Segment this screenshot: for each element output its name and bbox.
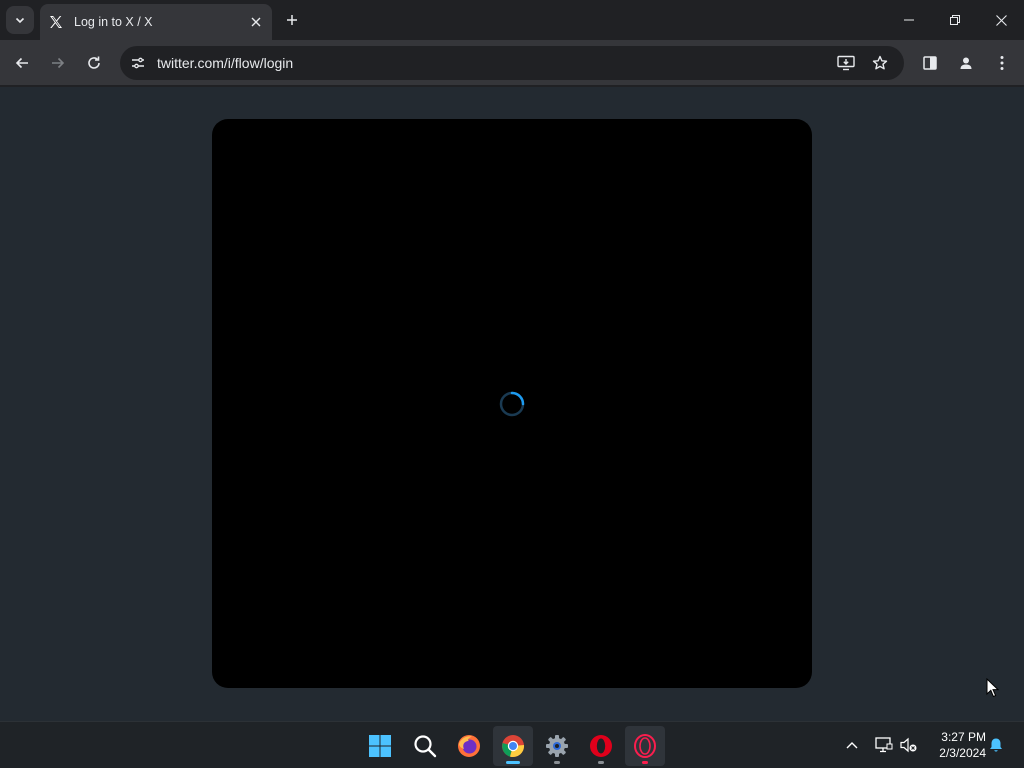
running-app-indicator — [598, 761, 604, 764]
show-hidden-icons-button[interactable] — [841, 734, 863, 756]
taskbar-firefox[interactable] — [449, 726, 489, 766]
volume-tray-button[interactable] — [898, 734, 920, 756]
web-page-content — [0, 87, 1024, 721]
forward-button[interactable] — [44, 49, 72, 77]
running-app-indicator — [554, 761, 560, 764]
taskbar-chrome[interactable] — [493, 726, 533, 766]
profile-icon — [960, 57, 972, 69]
start-button[interactable] — [360, 726, 400, 766]
taskbar-opera-gx[interactable] — [625, 726, 665, 766]
reload-button[interactable] — [80, 49, 108, 77]
profile-button[interactable] — [952, 49, 980, 77]
active-app-indicator — [506, 761, 520, 764]
new-tab-button[interactable] — [280, 8, 304, 32]
taskbar-clock[interactable]: 3:27 PM 2/3/2024 — [926, 729, 986, 761]
windows-logo-icon — [369, 735, 391, 757]
clock-time: 3:27 PM — [941, 730, 986, 744]
kebab-menu-icon — [1000, 56, 1004, 70]
close-tab-icon[interactable] — [248, 14, 264, 30]
taskbar-opera[interactable] — [581, 726, 621, 766]
network-icon — [875, 737, 893, 753]
chrome-icon — [502, 735, 525, 758]
taskbar-settings[interactable] — [537, 726, 577, 766]
browser-toolbar: twitter.com/i/flow/login — [0, 40, 1024, 86]
arrow-left-icon — [15, 57, 28, 69]
plus-icon — [287, 15, 297, 25]
x-logo-icon — [48, 14, 64, 30]
close-window-button[interactable] — [978, 0, 1024, 40]
restore-button[interactable] — [932, 0, 978, 40]
network-tray-button[interactable] — [873, 734, 895, 756]
clock-date: 2/3/2024 — [939, 746, 986, 760]
taskbar-search-button[interactable] — [405, 726, 445, 766]
address-bar-url: twitter.com/i/flow/login — [157, 55, 294, 71]
side-panel-icon — [923, 56, 937, 70]
tab-title: Log in to X / X — [74, 15, 153, 29]
side-panel-button[interactable] — [916, 49, 944, 77]
opera-icon — [590, 735, 612, 757]
browser-menu-button[interactable] — [988, 49, 1016, 77]
loading-spinner-icon — [499, 391, 525, 417]
speaker-muted-icon — [900, 737, 917, 753]
minimize-button[interactable] — [886, 0, 932, 40]
bookmark-star-icon[interactable] — [870, 53, 890, 73]
arrow-right-icon — [52, 57, 65, 69]
site-info-icon[interactable] — [128, 53, 148, 73]
firefox-icon — [458, 735, 480, 757]
search-icon — [414, 735, 437, 758]
back-button[interactable] — [8, 49, 36, 77]
windows-taskbar: 3:27 PM 2/3/2024 — [0, 721, 1024, 768]
chevron-up-icon — [846, 742, 858, 749]
address-bar[interactable]: twitter.com/i/flow/login — [120, 46, 904, 80]
install-app-icon[interactable] — [836, 53, 856, 73]
restore-icon — [950, 15, 960, 25]
login-modal — [212, 119, 812, 688]
tab-search-button[interactable] — [6, 6, 34, 34]
gear-icon — [546, 735, 568, 757]
close-icon — [995, 14, 1007, 26]
running-app-indicator — [642, 761, 648, 764]
browser-tab-active[interactable]: Log in to X / X — [40, 4, 272, 40]
tab-strip: Log in to X / X — [0, 0, 1024, 40]
reload-icon — [88, 56, 100, 69]
opera-gx-icon — [634, 734, 656, 758]
chevron-down-icon — [15, 17, 25, 24]
minimize-icon — [904, 19, 914, 21]
notifications-button[interactable] — [985, 734, 1007, 756]
bell-icon — [990, 738, 1002, 752]
mouse-cursor-icon — [986, 678, 1000, 698]
